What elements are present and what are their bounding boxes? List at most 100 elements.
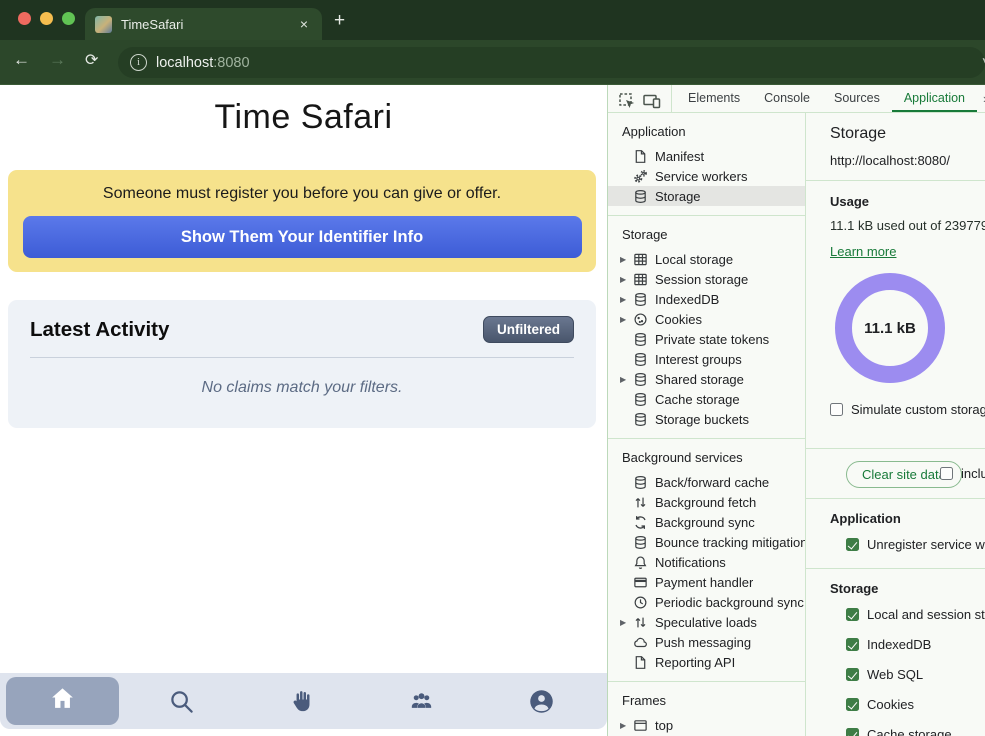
sidebar-section-application: ApplicationManifestService workersStorag… — [608, 113, 805, 215]
sidebar-item-storage[interactable]: Storage — [608, 186, 805, 206]
simulate-storage-checkbox-row[interactable]: Simulate custom storage — [830, 402, 985, 417]
checkbox-row-local-and-session-storage[interactable]: Local and session storage — [846, 607, 985, 622]
divider — [30, 357, 574, 358]
checkbox-row-web-sql[interactable]: Web SQL — [846, 667, 923, 682]
sidebar-item-session-storage[interactable]: ▶ Session storage — [608, 269, 805, 289]
sidebar-item-label: Periodic background sync — [655, 595, 804, 610]
sidebar-item-notifications[interactable]: Notifications — [608, 552, 805, 572]
checkbox-unchecked[interactable] — [940, 467, 953, 480]
expander-icon[interactable]: ▶ — [620, 618, 631, 627]
people-icon — [408, 688, 435, 715]
sidebar-item-cookies[interactable]: ▶Cookies — [608, 309, 805, 329]
db-icon — [633, 292, 648, 307]
checkbox-checked[interactable] — [846, 608, 859, 621]
devtools-tab-console[interactable]: Console — [752, 85, 822, 112]
minimize-window-button[interactable] — [40, 12, 53, 25]
checkbox-unchecked[interactable] — [830, 403, 843, 416]
address-bar[interactable]: i localhost :8080 — [118, 47, 985, 78]
expander-icon[interactable]: ▶ — [620, 315, 631, 324]
divider — [806, 448, 985, 449]
unfiltered-badge[interactable]: Unfiltered — [483, 316, 574, 343]
sidebar-item-speculative-loads[interactable]: ▶Speculative loads — [608, 612, 805, 632]
close-window-button[interactable] — [18, 12, 31, 25]
checkbox-row-indexeddb[interactable]: IndexedDB — [846, 637, 931, 652]
sidebar-item-manifest[interactable]: Manifest — [608, 146, 805, 166]
db-icon — [633, 392, 648, 407]
sidebar-item-interest-groups[interactable]: Interest groups — [608, 349, 805, 369]
clock-icon — [633, 595, 648, 610]
tab-close-icon[interactable]: × — [296, 16, 312, 32]
sidebar-section-header: Background services — [608, 439, 805, 472]
sidebar-item-local-storage[interactable]: ▶Local storage — [608, 249, 805, 269]
nav-item-person[interactable] — [513, 673, 569, 729]
third-party-cookies-checkbox-row[interactable]: including third-party cookies — [940, 466, 985, 481]
nav-item-home-active[interactable] — [6, 677, 119, 725]
sidebar-item-reporting-api[interactable]: Reporting API — [608, 652, 805, 672]
checkbox-checked[interactable] — [846, 668, 859, 681]
devtools-storage-pane: Storage http://localhost:8080/ Usage 11.… — [806, 113, 985, 736]
expander-icon[interactable]: ▶ — [620, 255, 631, 264]
show-identifier-info-button[interactable]: Show Them Your Identifier Info — [23, 216, 582, 258]
sidebar-item-label: Session storage — [655, 272, 748, 287]
sidebar-item-label: Background sync — [655, 515, 755, 530]
inspect-element-icon[interactable] — [617, 91, 637, 111]
expander-icon[interactable]: ▶ — [620, 375, 631, 384]
checkbox-checked[interactable] — [846, 728, 859, 736]
sidebar-item-background-fetch[interactable]: Background fetch — [608, 492, 805, 512]
usage-text: 11.1 kB used out of 239779 — [830, 218, 985, 233]
sidebar-item-service-workers[interactable]: Service workers — [608, 166, 805, 186]
sidebar-item-label: top — [655, 718, 673, 733]
divider — [806, 568, 985, 569]
sidebar-item-cache-storage[interactable]: Cache storage — [608, 389, 805, 409]
db-icon — [633, 352, 648, 367]
sidebar-item-background-sync[interactable]: Background sync — [608, 512, 805, 532]
expander-icon[interactable]: ▶ — [620, 275, 631, 284]
sidebar-item-private-state-tokens[interactable]: Private state tokens — [608, 329, 805, 349]
devtools-tab-sources[interactable]: Sources — [822, 85, 892, 112]
web-page: Time Safari Someone must register you be… — [0, 85, 607, 736]
sidebar-item-shared-storage[interactable]: ▶Shared storage — [608, 369, 805, 389]
sidebar-item-push-messaging[interactable]: Push messaging — [608, 632, 805, 652]
nav-item-search[interactable] — [153, 673, 209, 729]
checkbox-row-unregister-service-workers[interactable]: Unregister service workers — [846, 537, 985, 552]
checkbox-row-cookies[interactable]: Cookies — [846, 697, 914, 712]
sidebar-section-header: Frames — [608, 682, 805, 715]
expander-icon[interactable]: ▶ — [620, 295, 631, 304]
checkbox-checked[interactable] — [846, 638, 859, 651]
checkbox-checked[interactable] — [846, 538, 859, 551]
latest-activity-title: Latest Activity — [30, 318, 169, 342]
sidebar-item-indexeddb[interactable]: ▶IndexedDB — [608, 289, 805, 309]
db-icon — [633, 412, 648, 427]
sidebar-item-label: Payment handler — [655, 575, 753, 590]
sidebar-item-label: Cache storage — [655, 392, 740, 407]
expander-icon[interactable]: ▶ — [620, 721, 631, 730]
checkbox-row-cache-storage[interactable]: Cache storage — [846, 727, 952, 736]
sidebar-item-back-forward-cache[interactable]: Back/forward cache — [608, 472, 805, 492]
new-tab-button[interactable]: + — [334, 10, 345, 32]
nav-item-people[interactable] — [393, 673, 449, 729]
device-toolbar-icon[interactable] — [642, 91, 662, 111]
checkbox-checked[interactable] — [846, 698, 859, 711]
url-port: :8080 — [213, 55, 249, 71]
sidebar-item-payment-handler[interactable]: Payment handler — [608, 572, 805, 592]
nav-item-hand[interactable] — [273, 673, 329, 729]
sidebar-item-top[interactable]: ▶ top — [608, 715, 805, 735]
site-info-icon[interactable]: i — [130, 54, 147, 71]
devtools-tab-elements[interactable]: Elements — [676, 85, 752, 112]
sidebar-item-storage-buckets[interactable]: Storage buckets — [608, 409, 805, 429]
forward-button: → — [49, 50, 66, 70]
sidebar-item-label: Manifest — [655, 149, 704, 164]
learn-more-link[interactable]: Learn more — [830, 244, 896, 259]
reload-button[interactable]: ⟳ — [85, 50, 98, 70]
sidebar-item-label: Service workers — [655, 169, 747, 184]
pane-section-header-storage: Storage — [830, 581, 878, 596]
more-tabs-icon[interactable]: › — [977, 85, 985, 112]
sidebar-item-label: Bounce tracking mitigations — [655, 535, 805, 550]
browser-tab[interactable]: TimeSafari × — [85, 8, 322, 40]
devtools-tab-application[interactable]: Application — [892, 85, 977, 112]
maximize-window-button[interactable] — [62, 12, 75, 25]
sidebar-item-periodic-background-sync[interactable]: Periodic background sync — [608, 592, 805, 612]
updown-icon — [633, 615, 648, 630]
back-button[interactable]: ← — [13, 50, 30, 70]
sidebar-item-bounce-tracking-mitigations[interactable]: Bounce tracking mitigations — [608, 532, 805, 552]
